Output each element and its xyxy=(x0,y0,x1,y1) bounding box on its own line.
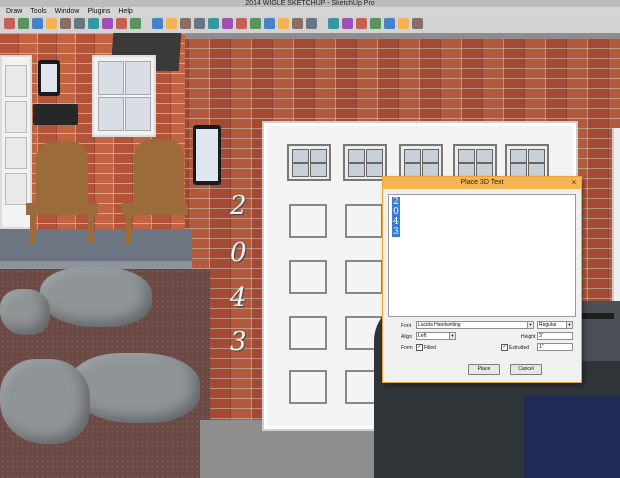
extruded-label: Extruded xyxy=(509,345,530,351)
menu-draw[interactable]: Draw xyxy=(6,7,22,16)
door-pane xyxy=(5,173,27,205)
garage-panel xyxy=(289,260,327,294)
cancel-button[interactable]: Cancel xyxy=(510,364,542,375)
ruby-icon[interactable] xyxy=(384,18,395,29)
door-pane xyxy=(5,65,27,97)
chair-leg xyxy=(30,213,36,243)
style-value: Regular xyxy=(539,322,557,328)
car-windshield xyxy=(524,396,620,478)
house-icon[interactable] xyxy=(328,18,339,29)
section-icon[interactable] xyxy=(130,18,141,29)
garage-panel xyxy=(345,204,383,238)
filled-checkbox[interactable]: ✓ xyxy=(416,344,423,351)
door-pane xyxy=(5,137,27,169)
style-select[interactable]: Regular ▼ xyxy=(537,321,573,329)
house-number-digit: 2 xyxy=(230,191,247,221)
fog-icon[interactable] xyxy=(412,18,423,29)
window-title: 2014 WIGLE SKETCHUP - SketchUp Pro xyxy=(245,0,375,7)
zoom-extents-icon[interactable] xyxy=(88,18,99,29)
top-view-icon[interactable] xyxy=(166,18,177,29)
chair-leg xyxy=(126,213,132,243)
toolbar xyxy=(0,16,620,34)
menu-window[interactable]: Window xyxy=(55,7,80,16)
wireframe-icon[interactable] xyxy=(250,18,261,29)
text-line: 4 xyxy=(392,217,400,227)
text-icon[interactable] xyxy=(116,18,127,29)
select-icon[interactable] xyxy=(4,18,15,29)
garage-window xyxy=(343,144,387,181)
garage-panel xyxy=(345,260,383,294)
landscape-rock xyxy=(40,267,152,327)
paint-icon[interactable] xyxy=(32,18,43,29)
textured-icon[interactable] xyxy=(292,18,303,29)
component-icon[interactable] xyxy=(356,18,367,29)
garage-panel xyxy=(289,316,327,350)
landscape-rock xyxy=(0,289,50,335)
xray-icon[interactable] xyxy=(236,18,247,29)
text-line: 3 xyxy=(392,227,400,237)
shaded-icon[interactable] xyxy=(278,18,289,29)
adirondack-chair xyxy=(36,141,88,205)
landscape-rock xyxy=(0,359,90,444)
close-icon[interactable]: × xyxy=(570,179,578,187)
title-bar: 2014 WIGLE SKETCHUP - SketchUp Pro xyxy=(0,0,620,7)
menu-tools[interactable]: Tools xyxy=(30,7,46,16)
house-number-digit: 4 xyxy=(230,283,247,313)
back-view-icon[interactable] xyxy=(208,18,219,29)
font-label: Font xyxy=(401,323,412,329)
iso-view-icon[interactable] xyxy=(152,18,163,29)
font-value: Lucida Handwriting xyxy=(418,322,461,328)
house-number-digit: 3 xyxy=(230,327,247,357)
porch-floor xyxy=(0,229,192,265)
pan-icon[interactable] xyxy=(60,18,71,29)
extruded-field[interactable]: 1" xyxy=(537,343,573,351)
menu-help[interactable]: Help xyxy=(118,7,132,16)
menu-plugins[interactable]: Plugins xyxy=(87,7,110,16)
chevron-down-icon: ▼ xyxy=(449,333,455,339)
garage-lantern xyxy=(193,125,221,185)
form-label: Form xyxy=(401,345,413,351)
garage-window xyxy=(287,144,331,181)
garage-panel xyxy=(289,370,327,404)
align-select[interactable]: Left ▼ xyxy=(416,332,456,340)
monochrome-icon[interactable] xyxy=(306,18,317,29)
font-select[interactable]: Lucida Handwriting ▼ xyxy=(416,321,534,329)
mailbox xyxy=(33,104,78,125)
extruded-value: 1" xyxy=(539,344,544,350)
front-view-icon[interactable] xyxy=(180,18,191,29)
height-value: 3' xyxy=(539,333,543,339)
filled-label: Filled xyxy=(424,345,436,351)
orbit-icon[interactable] xyxy=(46,18,57,29)
dialog-title: Place 3D Text xyxy=(383,177,581,189)
hidden-line-icon[interactable] xyxy=(264,18,275,29)
house-number-digit: 0 xyxy=(230,238,247,268)
text-line: 2 xyxy=(392,197,400,207)
extruded-checkbox[interactable]: ✓ xyxy=(501,344,508,351)
text-line: 0 xyxy=(392,207,400,217)
place-button[interactable]: Place xyxy=(468,364,500,375)
menu-bar: Draw Tools Window Plugins Help xyxy=(0,7,620,16)
text-input-area[interactable]: 2 0 4 3 xyxy=(388,194,576,317)
adirondack-chair xyxy=(134,139,184,205)
align-label: Align xyxy=(401,334,413,340)
right-view-icon[interactable] xyxy=(194,18,205,29)
shadow-icon[interactable] xyxy=(398,18,409,29)
eraser-icon[interactable] xyxy=(18,18,29,29)
place-3d-text-dialog: Place 3D Text × 2 0 4 3 Font Lucida Hand… xyxy=(382,176,582,383)
house-window xyxy=(92,55,156,137)
porch-lantern xyxy=(38,60,60,96)
door-pane xyxy=(5,101,27,133)
left-view-icon[interactable] xyxy=(222,18,233,29)
align-value: Left xyxy=(418,333,427,339)
chair-leg xyxy=(88,213,94,243)
chevron-down-icon: ▼ xyxy=(527,322,533,328)
height-label: Height xyxy=(521,334,536,340)
height-field[interactable]: 3' xyxy=(537,332,573,340)
warehouse-icon[interactable] xyxy=(342,18,353,29)
garage-panel xyxy=(289,204,327,238)
zoom-icon[interactable] xyxy=(74,18,85,29)
chevron-down-icon: ▼ xyxy=(566,322,572,328)
tape-icon[interactable] xyxy=(102,18,113,29)
extension-icon[interactable] xyxy=(370,18,381,29)
